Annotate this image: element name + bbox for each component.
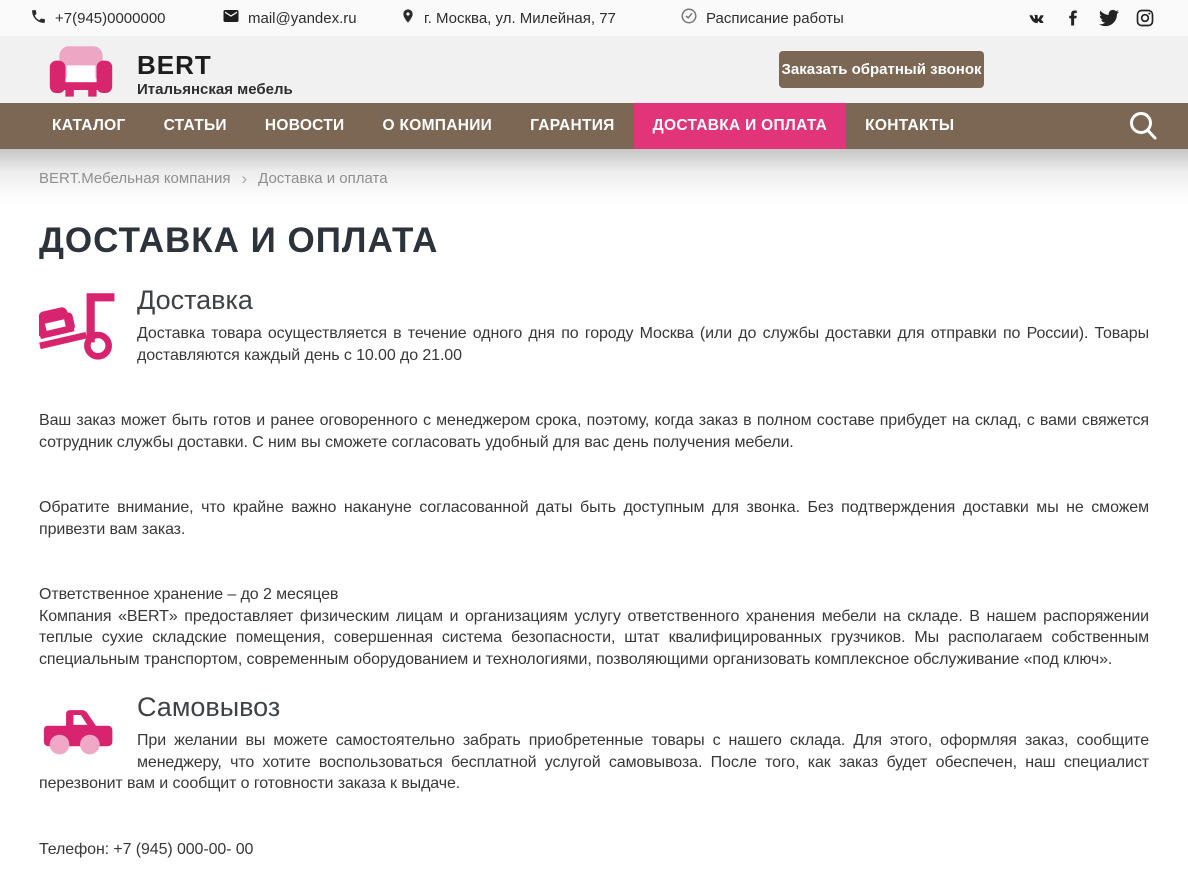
nav-item-catalog[interactable]: КАТАЛОГ bbox=[33, 103, 145, 149]
forklift-sofa-icon bbox=[39, 291, 121, 361]
delivery-paragraph-2: Обратите внимание, что крайне важно нака… bbox=[39, 497, 1149, 540]
vk-icon[interactable] bbox=[1026, 8, 1047, 29]
breadcrumb-separator-icon: › bbox=[241, 171, 247, 186]
phone-icon bbox=[30, 8, 47, 29]
mail-icon bbox=[222, 7, 240, 29]
delivery-intro: Доставка товара осуществляется в течение… bbox=[39, 323, 1149, 366]
storage-title: Ответственное хранение – до 2 месяцев bbox=[39, 584, 1149, 606]
callback-button[interactable]: Заказать обратный звонок bbox=[779, 51, 984, 88]
nav-item-contacts[interactable]: КОНТАКТЫ bbox=[846, 103, 973, 149]
pickup-title: Самовывоз bbox=[39, 692, 1149, 723]
storage-text: Компания «BERT» предоставляет физическим… bbox=[39, 606, 1149, 671]
clock-icon bbox=[680, 7, 698, 29]
breadcrumb-home-link[interactable]: BERT.Мебельная компания bbox=[39, 170, 230, 187]
brand-block: BERT Итальянская мебель bbox=[137, 52, 293, 98]
main-nav: КАТАЛОГ СТАТЬИ НОВОСТИ О КОМПАНИИ ГАРАНТ… bbox=[0, 103, 1188, 149]
breadcrumb-current: Доставка и оплата bbox=[258, 170, 387, 187]
pickup-text: При желании вы можете самостоятельно заб… bbox=[39, 730, 1149, 795]
topbar-phone-text: +7(945)0000000 bbox=[55, 10, 166, 27]
topbar-schedule-text: Расписание работы bbox=[706, 10, 844, 27]
topbar-email-link[interactable]: mail@yandex.ru bbox=[222, 0, 357, 36]
site-logo[interactable]: BERT Итальянская мебель bbox=[40, 45, 293, 104]
delivery-paragraph-1: Ваш заказ может быть готов и ранее огово… bbox=[39, 410, 1149, 453]
pickup-phone-line: Телефон: +7 (945) 000-00- 00 bbox=[39, 839, 1149, 861]
location-pin-icon bbox=[400, 8, 416, 28]
nav-item-news[interactable]: НОВОСТИ bbox=[246, 103, 364, 149]
topbar-schedule-link[interactable]: Расписание работы bbox=[680, 0, 844, 36]
page-title: ДОСТАВКА И ОПЛАТА bbox=[39, 221, 1149, 261]
twitter-icon[interactable] bbox=[1098, 8, 1119, 29]
armchair-logo-icon bbox=[40, 45, 122, 104]
brand-tagline: Итальянская мебель bbox=[137, 81, 293, 98]
topbar: +7(945)0000000 mail@yandex.ru г. Москва,… bbox=[0, 0, 1188, 36]
site-header: BERT Итальянская мебель Заказать обратны… bbox=[0, 36, 1188, 103]
breadcrumb: BERT.Мебельная компания › Доставка и опл… bbox=[39, 149, 1149, 187]
nav-item-articles[interactable]: СТАТЬИ bbox=[145, 103, 246, 149]
pickup-section: Самовывоз При желании вы можете самостоя… bbox=[39, 692, 1149, 860]
breadcrumb-strip: BERT.Мебельная компания › Доставка и опл… bbox=[0, 149, 1188, 207]
delivery-section: Доставка Доставка товара осуществляется … bbox=[39, 285, 1149, 670]
topbar-email-text: mail@yandex.ru bbox=[248, 10, 357, 27]
main-content: ДОСТАВКА И ОПЛАТА Доставка Доставка това… bbox=[39, 221, 1149, 872]
social-links bbox=[1026, 0, 1155, 36]
brand-name: BERT bbox=[137, 52, 293, 78]
instagram-icon[interactable] bbox=[1134, 8, 1155, 29]
facebook-icon[interactable] bbox=[1062, 8, 1083, 29]
delivery-title: Доставка bbox=[39, 285, 1149, 316]
nav-item-delivery[interactable]: ДОСТАВКА И ОПЛАТА bbox=[634, 103, 846, 149]
topbar-address-text: г. Москва, ул. Милейная, 77 bbox=[424, 10, 616, 27]
nav-item-about[interactable]: О КОМПАНИИ bbox=[364, 103, 512, 149]
nav-item-warranty[interactable]: ГАРАНТИЯ bbox=[511, 103, 634, 149]
search-icon[interactable] bbox=[1126, 103, 1160, 149]
topbar-phone-link[interactable]: +7(945)0000000 bbox=[30, 0, 166, 36]
pickup-truck-icon bbox=[39, 698, 121, 760]
topbar-address: г. Москва, ул. Милейная, 77 bbox=[400, 0, 616, 36]
